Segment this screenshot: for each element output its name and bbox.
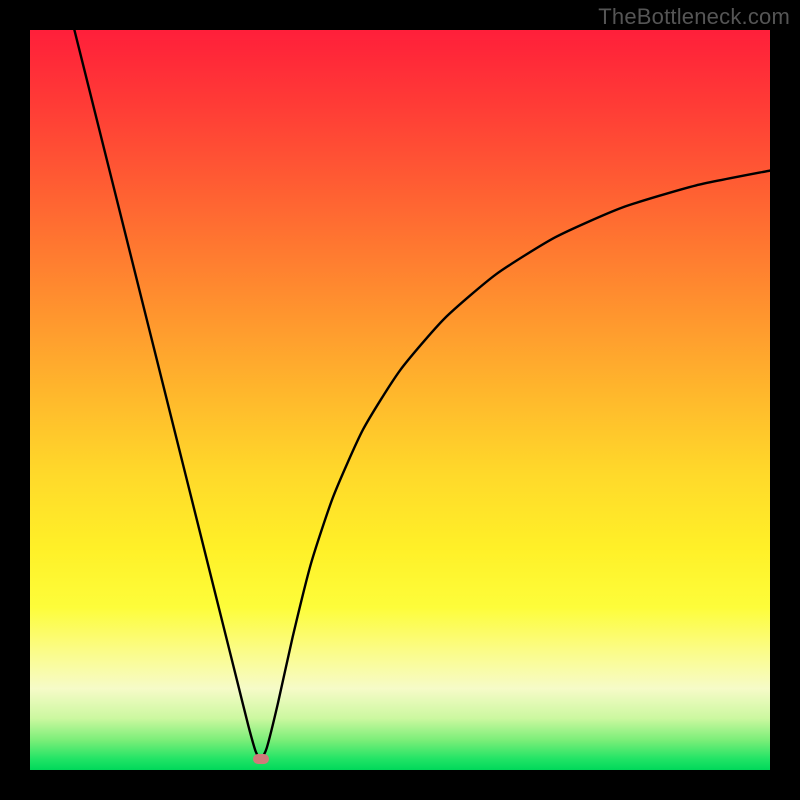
- bottleneck-curve: [30, 30, 770, 770]
- chart-frame: TheBottleneck.com: [0, 0, 800, 800]
- plot-area: [30, 30, 770, 770]
- minimum-marker: [253, 754, 269, 764]
- watermark-text: TheBottleneck.com: [598, 4, 790, 30]
